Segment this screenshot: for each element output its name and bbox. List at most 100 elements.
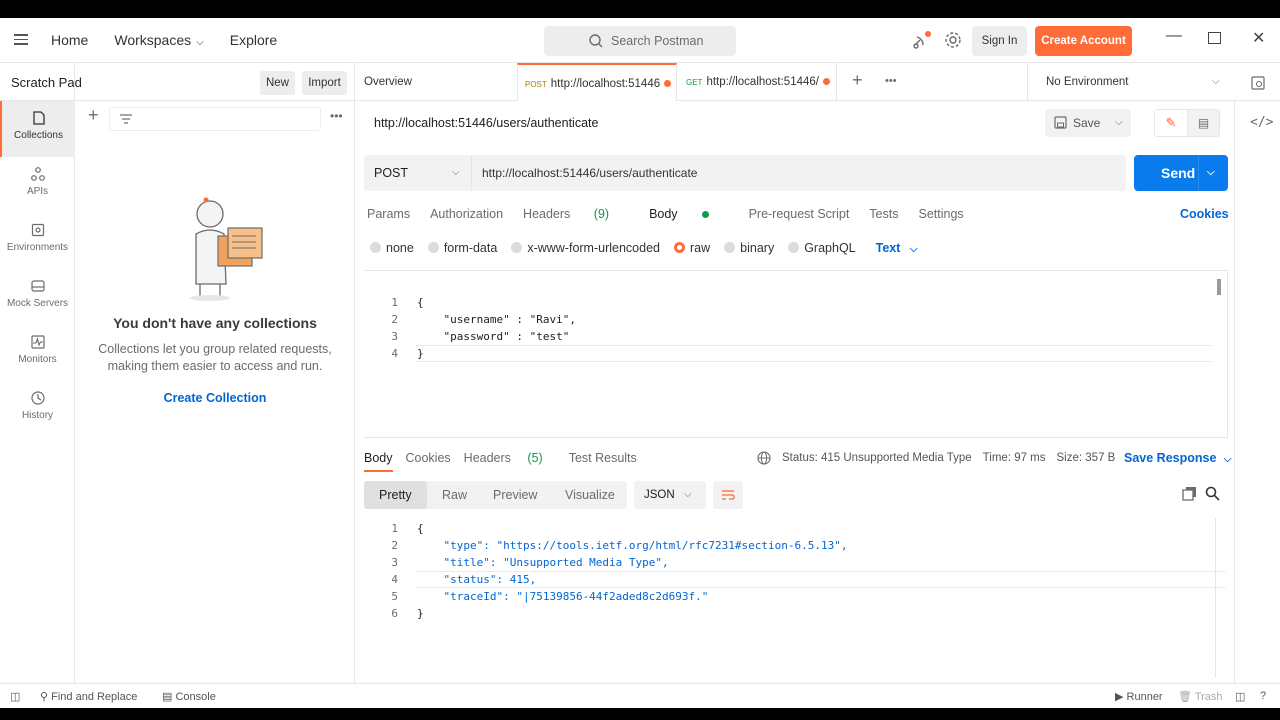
tab-params[interactable]: Params [367,207,410,221]
scrollbar-thumb[interactable] [1217,279,1221,295]
restore-icon[interactable] [1208,32,1221,44]
new-tab-icon[interactable]: + [852,70,863,91]
chevron-down-icon[interactable]: ⌵ [1207,155,1215,191]
tab-settings[interactable]: Settings [918,207,963,221]
radio-urlencoded[interactable]: x-www-form-urlencoded [511,241,660,255]
new-button[interactable]: New [260,71,295,95]
response-tab-body[interactable]: Body [364,451,393,472]
rail-apis[interactable]: APIs [0,157,75,213]
globe-icon[interactable] [757,451,771,465]
save-response-button[interactable]: Save Response ⌵ [1124,451,1232,465]
tab-headers[interactable]: Headers (9) [523,207,629,221]
gear-icon[interactable] [944,31,962,49]
find-replace-label: Find and Replace [51,691,138,703]
response-status[interactable]: Status: 415 Unsupported Media Type [782,452,972,464]
tab-post-request[interactable]: POST http://localhost:51446 [517,63,677,101]
view-preview[interactable]: Preview [493,481,537,509]
nav-workspaces[interactable]: Workspaces ⌵ [114,32,203,48]
environment-selector[interactable]: No Environment ⌵ [1027,63,1227,101]
top-bar: Home Workspaces ⌵ Explore Search Postman … [0,18,1280,63]
two-pane-icon[interactable]: ◫ [1235,690,1245,703]
radio-raw[interactable]: raw [674,241,710,255]
save-icon [1054,116,1067,129]
request-subtabs: Params Authorization Headers (9) Body Pr… [367,207,984,221]
runner-button[interactable]: ▶ Runner [1115,690,1163,703]
edit-pencil-icon[interactable]: ✎ [1155,110,1188,136]
menu-icon[interactable] [14,34,28,48]
response-time[interactable]: Time: 97 ms [983,452,1046,464]
code-icon[interactable]: </> [1250,115,1273,130]
rail-label: Environments [6,242,69,253]
import-button[interactable]: Import [302,71,347,95]
filter-input[interactable] [109,107,321,131]
environment-quick-look-icon[interactable] [1250,75,1266,91]
search-response-icon[interactable] [1205,486,1220,501]
tab-overview[interactable]: Overview [364,63,412,101]
view-pretty[interactable]: Pretty [364,481,427,509]
response-tabs: Body Cookies Headers (5) Test Results [364,451,650,472]
rail-environments[interactable]: Environments [0,213,75,269]
copy-icon[interactable] [1182,486,1197,501]
tab-body[interactable]: Body [649,207,729,221]
line-number: 6 [391,607,398,620]
tab-authorization[interactable]: Authorization [430,207,503,221]
response-tab-headers[interactable]: Headers (5) [464,451,556,472]
radio-form-data[interactable]: form-data [427,241,497,255]
response-format-select[interactable]: JSON ⌵ [634,481,706,509]
wrap-lines-button[interactable] [713,481,743,509]
radio-none[interactable]: none [370,241,414,255]
save-button[interactable]: Save ⌵ [1045,109,1131,137]
url-input[interactable]: http://localhost:51446/users/authenticat… [472,155,1126,191]
view-raw[interactable]: Raw [442,481,467,509]
request-title: http://localhost:51446/users/authenticat… [374,116,599,130]
save-label: Save [1073,116,1101,130]
view-visualize[interactable]: Visualize [565,481,615,509]
rail-monitors[interactable]: Monitors [0,325,75,381]
unsaved-dot [822,78,830,85]
line-number: 3 [391,556,398,569]
search-input[interactable]: Search Postman [544,26,736,56]
collections-sidebar: + ••• You don't have any collections Col… [75,101,355,683]
nav-workspaces-label: Workspaces [114,32,192,48]
trash-button[interactable]: 🗑 Trash [1178,690,1223,703]
response-size[interactable]: Size: 357 B [1057,452,1116,464]
tab-get-request[interactable]: GET http://localhost:51446/ [677,63,837,101]
method-select[interactable]: POST ⌵ [364,155,472,191]
close-icon[interactable]: ✕ [1252,28,1265,48]
comments-icon[interactable]: ▤ [1188,110,1219,136]
radio-binary[interactable]: binary [724,241,774,255]
nav-explore[interactable]: Explore [230,32,277,48]
tab-pre-request-script[interactable]: Pre-request Script [749,207,850,221]
cookies-link[interactable]: Cookies [1180,207,1229,221]
more-icon[interactable]: ••• [330,109,343,123]
find-replace-button[interactable]: ⚲ Find and Replace [40,690,137,703]
code-line: { [417,522,424,535]
help-icon[interactable]: ? [1260,690,1266,702]
console-button[interactable]: ▤ Console [162,690,216,703]
line-number: 4 [391,573,398,586]
raw-format-select[interactable]: Text ⌵ [876,241,918,255]
postman-window: Home Workspaces ⌵ Explore Search Postman … [0,18,1280,708]
send-button[interactable]: Send ⌵ [1134,155,1228,191]
request-body-editor[interactable]: 1 2 3 4 { "username" : "Ravi", "password… [364,270,1228,438]
response-body-viewer[interactable]: 1 2 3 4 5 6 { "type": "https://tools.iet… [364,518,1228,678]
create-collection-link[interactable]: Create Collection [75,391,355,405]
tab-url: http://localhost:51446 [550,78,661,90]
chevron-down-icon: ⌵ [196,37,204,48]
create-account-button[interactable]: Create Account [1035,26,1132,56]
sign-in-button[interactable]: Sign In [972,26,1027,56]
nav-home[interactable]: Home [51,32,88,48]
rail-history[interactable]: History [0,381,75,437]
add-icon[interactable]: + [88,105,99,126]
minimize-icon[interactable]: — [1166,27,1182,45]
satellite-icon[interactable] [911,31,933,51]
more-tabs-icon[interactable]: ••• [885,75,897,87]
rail-mock-servers[interactable]: Mock Servers [0,269,75,325]
tab-tests[interactable]: Tests [869,207,898,221]
rail-collections[interactable]: Collections [0,101,75,157]
response-tab-cookies[interactable]: Cookies [406,451,451,472]
unsaved-dot [664,80,672,87]
sidebar-toggle-icon[interactable]: ◫ [10,690,20,703]
radio-graphql[interactable]: GraphQL [788,241,856,255]
response-tab-test-results[interactable]: Test Results [569,451,637,472]
